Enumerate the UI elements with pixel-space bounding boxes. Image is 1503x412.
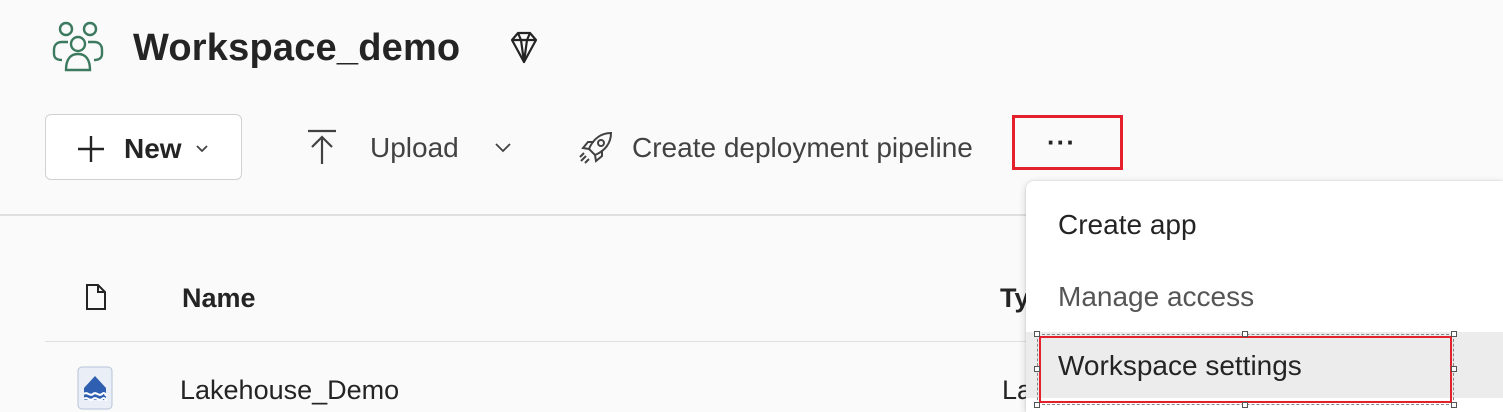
rocket-icon[interactable] xyxy=(577,129,615,167)
workspace-people-icon xyxy=(52,21,104,72)
upload-icon[interactable] xyxy=(306,128,338,166)
upload-button[interactable]: Upload xyxy=(370,131,459,165)
chevron-down-icon[interactable] xyxy=(494,141,512,155)
more-options-menu: Create app Manage access Workspace setti… xyxy=(1026,181,1503,412)
file-type-icon xyxy=(86,284,106,310)
menu-item-label: Manage access xyxy=(1058,281,1255,312)
new-button-label: New xyxy=(124,133,182,164)
table-row-name[interactable]: Lakehouse_Demo xyxy=(180,373,399,407)
chevron-down-icon xyxy=(196,145,208,153)
menu-item-workspace-settings[interactable]: Workspace settings xyxy=(1026,332,1503,398)
new-button[interactable]: New xyxy=(45,114,242,180)
more-options-button[interactable]: ··· xyxy=(1012,115,1123,170)
column-header-name[interactable]: Name xyxy=(182,281,256,315)
diamond-icon xyxy=(510,31,538,64)
plus-icon xyxy=(78,136,104,162)
lakehouse-icon xyxy=(77,366,113,410)
row-divider xyxy=(45,341,1045,342)
menu-item-label: Workspace settings xyxy=(1058,350,1302,381)
create-deployment-pipeline-button[interactable]: Create deployment pipeline xyxy=(632,131,973,165)
menu-item-label: Create app xyxy=(1058,209,1197,240)
more-icon: ··· xyxy=(1047,127,1076,157)
menu-item-create-app[interactable]: Create app xyxy=(1026,192,1503,258)
menu-item-manage-access[interactable]: Manage access xyxy=(1026,264,1503,330)
workspace-title: Workspace_demo xyxy=(133,27,461,69)
